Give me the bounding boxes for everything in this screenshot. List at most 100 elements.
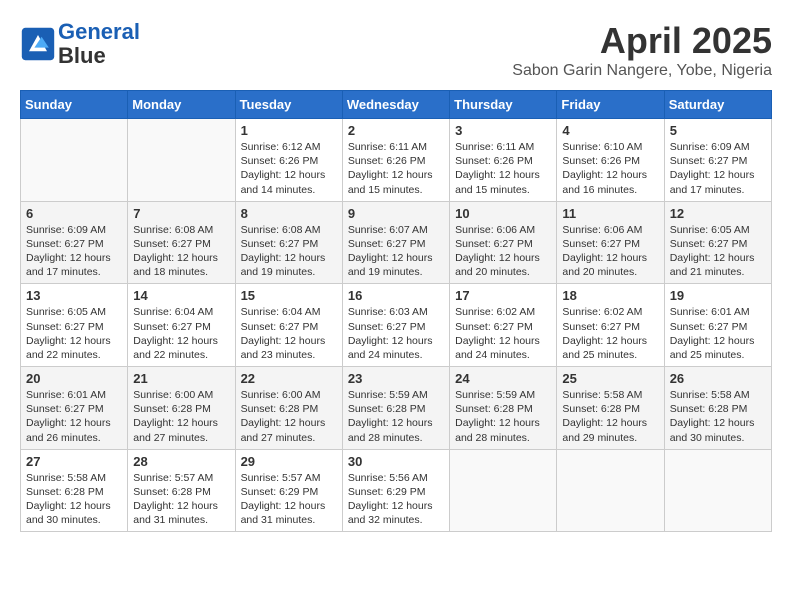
logo-icon	[20, 26, 56, 62]
calendar-cell: 28 Sunrise: 5:57 AMSunset: 6:28 PMDayligh…	[128, 449, 235, 532]
calendar-table: SundayMondayTuesdayWednesdayThursdayFrid…	[20, 90, 772, 532]
day-info: Sunrise: 6:00 AMSunset: 6:28 PMDaylight:…	[241, 388, 337, 445]
weekday-header-thursday: Thursday	[450, 91, 557, 119]
calendar-cell: 12Sunrise: 6:05 AMSunset: 6:27 PMDayligh…	[664, 201, 771, 284]
day-info: Sunrise: 6:09 AMSunset: 6:27 PMDaylight:…	[670, 140, 766, 197]
calendar-cell: 26 Sunrise: 5:58 AMSunset: 6:28 PMDayligh…	[664, 367, 771, 450]
day-info: Sunrise: 5:57 AMSunset: 6:29 PMDaylight:…	[241, 471, 337, 528]
day-number: 20	[26, 371, 122, 386]
day-info: Sunrise: 5:59 AMSunset: 6:28 PMDaylight:…	[455, 388, 551, 445]
calendar-cell: 15Sunrise: 6:04 AMSunset: 6:27 PMDayligh…	[235, 284, 342, 367]
day-number: 3	[455, 123, 551, 138]
calendar-cell: 8 Sunrise: 6:08 AMSunset: 6:27 PMDaylight…	[235, 201, 342, 284]
month-title: April 2025	[512, 20, 772, 62]
day-info: Sunrise: 6:11 AMSunset: 6:26 PMDaylight:…	[455, 140, 551, 197]
day-number: 24	[455, 371, 551, 386]
day-number: 10	[455, 206, 551, 221]
day-number: 29	[241, 454, 337, 469]
calendar-cell: 3 Sunrise: 6:11 AMSunset: 6:26 PMDaylight…	[450, 119, 557, 202]
calendar-cell: 1Sunrise: 6:12 AMSunset: 6:26 PMDaylight…	[235, 119, 342, 202]
day-info: Sunrise: 6:02 AMSunset: 6:27 PMDaylight:…	[455, 305, 551, 362]
day-info: Sunrise: 6:09 AMSunset: 6:27 PMDaylight:…	[26, 223, 122, 280]
day-number: 6	[26, 206, 122, 221]
day-number: 8	[241, 206, 337, 221]
day-info: Sunrise: 6:08 AMSunset: 6:27 PMDaylight:…	[133, 223, 229, 280]
calendar-cell: 22 Sunrise: 6:00 AMSunset: 6:28 PMDayligh…	[235, 367, 342, 450]
day-info: Sunrise: 5:58 AMSunset: 6:28 PMDaylight:…	[670, 388, 766, 445]
day-info: Sunrise: 6:03 AMSunset: 6:27 PMDaylight:…	[348, 305, 444, 362]
logo: General Blue	[20, 20, 140, 68]
day-info: Sunrise: 6:00 AMSunset: 6:28 PMDaylight:…	[133, 388, 229, 445]
day-info: Sunrise: 6:01 AMSunset: 6:27 PMDaylight:…	[26, 388, 122, 445]
calendar-cell: 2Sunrise: 6:11 AMSunset: 6:26 PMDaylight…	[342, 119, 449, 202]
day-number: 28	[133, 454, 229, 469]
calendar-cell: 10 Sunrise: 6:06 AMSunset: 6:27 PMDayligh…	[450, 201, 557, 284]
weekday-header-sunday: Sunday	[21, 91, 128, 119]
day-number: 25	[562, 371, 658, 386]
calendar-cell: 7Sunrise: 6:08 AMSunset: 6:27 PMDaylight…	[128, 201, 235, 284]
calendar-cell	[128, 119, 235, 202]
day-number: 4	[562, 123, 658, 138]
calendar-cell: 5 Sunrise: 6:09 AMSunset: 6:27 PMDaylight…	[664, 119, 771, 202]
day-info: Sunrise: 6:05 AMSunset: 6:27 PMDaylight:…	[670, 223, 766, 280]
day-info: Sunrise: 6:01 AMSunset: 6:27 PMDaylight:…	[670, 305, 766, 362]
calendar-cell	[21, 119, 128, 202]
day-number: 30	[348, 454, 444, 469]
calendar-week-2: 6 Sunrise: 6:09 AMSunset: 6:27 PMDaylight…	[21, 201, 772, 284]
day-number: 19	[670, 288, 766, 303]
weekday-header-wednesday: Wednesday	[342, 91, 449, 119]
day-number: 2	[348, 123, 444, 138]
weekday-header-friday: Friday	[557, 91, 664, 119]
calendar-cell: 21 Sunrise: 6:00 AMSunset: 6:28 PMDayligh…	[128, 367, 235, 450]
calendar-cell: 24 Sunrise: 5:59 AMSunset: 6:28 PMDayligh…	[450, 367, 557, 450]
day-info: Sunrise: 6:06 AMSunset: 6:27 PMDaylight:…	[455, 223, 551, 280]
calendar-cell	[557, 449, 664, 532]
calendar-cell: 13 Sunrise: 6:05 AMSunset: 6:27 PMDayligh…	[21, 284, 128, 367]
day-info: Sunrise: 5:57 AMSunset: 6:28 PMDaylight:…	[133, 471, 229, 528]
page-header: General Blue April 2025 Sabon Garin Nang…	[20, 20, 772, 80]
calendar-cell: 19 Sunrise: 6:01 AMSunset: 6:27 PMDayligh…	[664, 284, 771, 367]
weekday-header-monday: Monday	[128, 91, 235, 119]
day-number: 9	[348, 206, 444, 221]
calendar-cell: 29 Sunrise: 5:57 AMSunset: 6:29 PMDayligh…	[235, 449, 342, 532]
day-info: Sunrise: 5:59 AMSunset: 6:28 PMDaylight:…	[348, 388, 444, 445]
calendar-week-4: 20 Sunrise: 6:01 AMSunset: 6:27 PMDayligh…	[21, 367, 772, 450]
calendar-cell: 25 Sunrise: 5:58 AMSunset: 6:28 PMDayligh…	[557, 367, 664, 450]
day-number: 15	[241, 288, 337, 303]
calendar-week-5: 27Sunrise: 5:58 AMSunset: 6:28 PMDayligh…	[21, 449, 772, 532]
day-info: Sunrise: 6:07 AMSunset: 6:27 PMDaylight:…	[348, 223, 444, 280]
calendar-cell: 23Sunrise: 5:59 AMSunset: 6:28 PMDayligh…	[342, 367, 449, 450]
day-number: 17	[455, 288, 551, 303]
day-info: Sunrise: 5:58 AMSunset: 6:28 PMDaylight:…	[562, 388, 658, 445]
location-title: Sabon Garin Nangere, Yobe, Nigeria	[512, 62, 772, 80]
calendar-cell: 27Sunrise: 5:58 AMSunset: 6:28 PMDayligh…	[21, 449, 128, 532]
calendar-cell: 16 Sunrise: 6:03 AMSunset: 6:27 PMDayligh…	[342, 284, 449, 367]
calendar-week-3: 13 Sunrise: 6:05 AMSunset: 6:27 PMDayligh…	[21, 284, 772, 367]
day-info: Sunrise: 5:56 AMSunset: 6:29 PMDaylight:…	[348, 471, 444, 528]
logo-text: General Blue	[58, 20, 140, 68]
calendar-cell: 17 Sunrise: 6:02 AMSunset: 6:27 PMDayligh…	[450, 284, 557, 367]
day-info: Sunrise: 6:10 AMSunset: 6:26 PMDaylight:…	[562, 140, 658, 197]
day-number: 27	[26, 454, 122, 469]
day-number: 26	[670, 371, 766, 386]
day-info: Sunrise: 6:06 AMSunset: 6:27 PMDaylight:…	[562, 223, 658, 280]
day-info: Sunrise: 6:08 AMSunset: 6:27 PMDaylight:…	[241, 223, 337, 280]
calendar-cell: 14 Sunrise: 6:04 AMSunset: 6:27 PMDayligh…	[128, 284, 235, 367]
title-block: April 2025 Sabon Garin Nangere, Yobe, Ni…	[512, 20, 772, 80]
calendar-week-1: 1Sunrise: 6:12 AMSunset: 6:26 PMDaylight…	[21, 119, 772, 202]
calendar-cell	[664, 449, 771, 532]
day-number: 21	[133, 371, 229, 386]
weekday-header-tuesday: Tuesday	[235, 91, 342, 119]
day-info: Sunrise: 6:05 AMSunset: 6:27 PMDaylight:…	[26, 305, 122, 362]
day-info: Sunrise: 6:04 AMSunset: 6:27 PMDaylight:…	[133, 305, 229, 362]
day-info: Sunrise: 6:12 AMSunset: 6:26 PMDaylight:…	[241, 140, 337, 197]
day-number: 22	[241, 371, 337, 386]
day-number: 16	[348, 288, 444, 303]
day-number: 14	[133, 288, 229, 303]
day-number: 11	[562, 206, 658, 221]
calendar-header-row: SundayMondayTuesdayWednesdayThursdayFrid…	[21, 91, 772, 119]
calendar-cell: 4 Sunrise: 6:10 AMSunset: 6:26 PMDaylight…	[557, 119, 664, 202]
day-number: 13	[26, 288, 122, 303]
day-number: 5	[670, 123, 766, 138]
calendar-cell: 6 Sunrise: 6:09 AMSunset: 6:27 PMDaylight…	[21, 201, 128, 284]
